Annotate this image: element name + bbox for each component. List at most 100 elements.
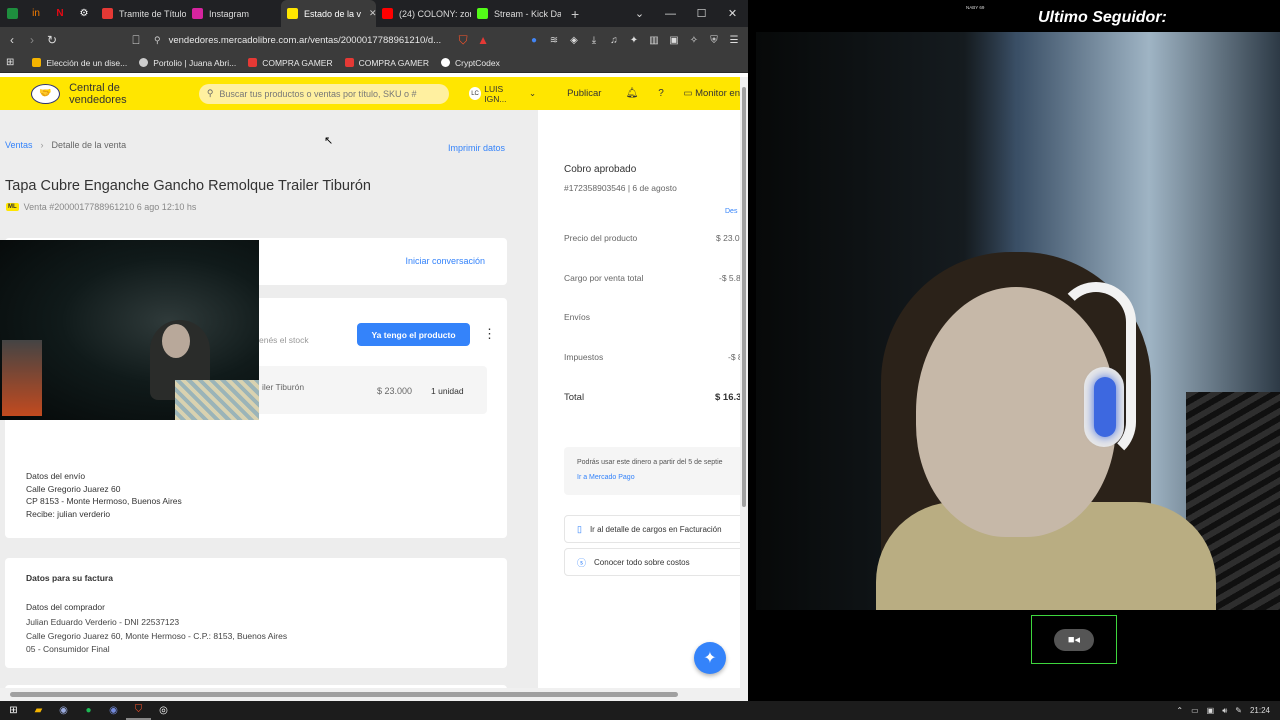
forward-icon[interactable]: › (22, 33, 42, 47)
browser-window: in N ⚙ Tramite de Título T Instagram Est… (0, 0, 748, 701)
tab-youtube[interactable]: (24) COLONY: zom (376, 0, 471, 27)
tab-instagram[interactable]: Instagram (186, 0, 281, 27)
buyer-title: Datos del comprador (26, 602, 105, 612)
scrollbar-thumb[interactable] (10, 692, 678, 697)
row-label: Impuestos (564, 352, 604, 362)
download-icon[interactable]: ⤓ (584, 35, 604, 46)
sidebar-icon[interactable]: ▥ (644, 35, 664, 46)
bookmark-icon[interactable]: ⎕ (126, 33, 146, 48)
extension-icon[interactable]: ● (524, 35, 544, 46)
ml-header-title[interactable]: Central de vendedores (69, 82, 177, 106)
apps-grid-icon[interactable]: ⊞ (6, 57, 14, 68)
menu-icon[interactable]: ☰ (724, 35, 744, 46)
network-icon[interactable]: ▭ (1191, 706, 1199, 715)
tab-search-icon[interactable]: ⌄ (624, 7, 655, 20)
clock[interactable]: 21:24 (1250, 706, 1270, 715)
tab-tramite[interactable]: Tramite de Título T (96, 0, 186, 27)
brave-icon[interactable]: ⛉ (126, 701, 151, 720)
discord-icon[interactable]: ◉ (101, 701, 126, 720)
assistant-sparkle-button[interactable]: ✦ (694, 642, 726, 674)
bookmark-favicon (344, 58, 354, 67)
sale-info: ML Venta #2000017788961210 6 ago 12:10 hs (6, 202, 196, 212)
bookmark-item[interactable]: Portolio | Juana Abri... (139, 58, 236, 68)
tab-mercadolibre[interactable]: Estado de la v ✕ (281, 0, 376, 27)
payment-desc-link[interactable]: Des (725, 208, 737, 215)
monitor-label: Monitor en (695, 88, 740, 99)
scrollbar-thumb[interactable] (742, 87, 746, 507)
reload-icon[interactable]: ↻ (42, 33, 62, 47)
help-icon[interactable]: ? (646, 88, 675, 99)
brave-rewards-icon[interactable]: ▲ (473, 33, 493, 47)
minimize-button[interactable]: — (655, 8, 686, 20)
tab-label: (24) COLONY: zom (399, 8, 471, 19)
windows-start-icon[interactable]: ⊞ (1, 701, 26, 720)
mercado-pago-link[interactable]: Ir a Mercado Pago (577, 474, 635, 481)
close-window-button[interactable]: ✕ (717, 7, 748, 20)
extension-icon[interactable]: ◈ (564, 35, 584, 46)
more-options-icon[interactable]: ⋮ (483, 326, 496, 342)
bell-icon[interactable]: 🔔︎ (617, 88, 646, 99)
start-conversation-link[interactable]: Iniciar conversación (405, 256, 485, 266)
vertical-scrollbar[interactable] (740, 77, 748, 688)
chevron-up-icon[interactable]: ⌃ (1176, 706, 1183, 715)
close-tab-icon[interactable]: ✕ (369, 8, 376, 19)
invoice-title: Datos para su factura (26, 573, 113, 583)
have-product-button[interactable]: Ya tengo el producto (357, 323, 470, 346)
site-info-icon[interactable]: ⚲ (154, 35, 161, 46)
buyer-name: Julian Eduardo Verderio - DNI 22537123 (26, 617, 180, 627)
vpn-icon[interactable]: ⛨ (704, 35, 724, 46)
billing-link[interactable]: ▯ Ir al detalle de cargos en Facturación (564, 515, 740, 543)
spotify-icon[interactable]: ● (76, 701, 101, 720)
chevron-down-icon: ⌄ (529, 88, 537, 98)
horizontal-scrollbar[interactable] (0, 688, 748, 701)
netflix-icon[interactable]: N (48, 0, 72, 27)
bookmark-item[interactable]: COMPRA GAMER (344, 58, 429, 68)
stream-panel: NABY 69 Ultimo Seguidor: ■◂ (748, 0, 1280, 701)
bookmark-item[interactable]: Elección de un dise... (32, 58, 127, 68)
page-title: Tapa Cubre Enganche Gancho Remolque Trai… (5, 178, 371, 194)
leo-icon[interactable]: ✧ (684, 35, 704, 46)
extensions-bar: ● ≋ ◈ ⤓ ♫ ✦ ▥ ▣ ✧ ⛨ ☰ (524, 35, 744, 46)
tab-bar: in N ⚙ Tramite de Título T Instagram Est… (0, 0, 748, 27)
mercadolibre-logo-icon[interactable]: 🤝 (31, 83, 61, 104)
puzzle-icon[interactable]: ✦ (624, 35, 644, 46)
back-icon[interactable]: ‹ (2, 33, 22, 47)
billing-link-label: Ir al detalle de cargos en Facturación (589, 524, 722, 534)
new-tab-button[interactable]: + (561, 6, 589, 22)
bookmark-item[interactable]: COMPRA GAMER (248, 58, 333, 68)
payment-row: Cargo por venta total -$ 5.8 (564, 273, 740, 283)
tab-label: Instagram (209, 8, 250, 19)
bookmark-item[interactable]: CryptCodex (440, 57, 500, 68)
app-icon[interactable]: in (24, 0, 48, 27)
webcam-overlay-small (0, 240, 259, 420)
webcam-feed (756, 32, 1280, 610)
publish-link[interactable]: Publicar (567, 88, 601, 99)
row-value: -$ 8 (728, 352, 740, 362)
settings-icon[interactable]: ⚙ (72, 0, 96, 27)
music-icon[interactable]: ♫ (604, 35, 624, 46)
ml-search-input[interactable]: ⚲ Buscar tus productos o ventas por títul… (198, 83, 449, 104)
print-data-link[interactable]: Imprimir datos (448, 143, 505, 153)
monitor-icon[interactable]: ▣ (1207, 706, 1215, 715)
extension-icon[interactable]: ≋ (544, 35, 564, 46)
sheets-icon[interactable] (0, 0, 24, 27)
steam-icon[interactable]: ◉ (51, 701, 76, 720)
wallet-icon[interactable]: ▣ (664, 35, 684, 46)
file-explorer-icon[interactable]: ▰ (26, 701, 51, 720)
breadcrumb-ventas[interactable]: Ventas (5, 140, 33, 150)
buyer-tax: 05 - Consumidor Final (26, 644, 110, 654)
url-field[interactable]: ⚲ vendedores.mercadolibre.com.ar/ventas/2… (154, 35, 441, 46)
maximize-button[interactable]: ☐ (686, 7, 717, 20)
tab-kick[interactable]: Stream - Kick Das (471, 0, 561, 27)
row-label: Precio del producto (564, 233, 638, 243)
bookmark-label: CryptCodex (454, 57, 500, 68)
user-menu[interactable]: LC LUIS IGN... ⌄ (468, 84, 537, 104)
camera-button[interactable]: ■◂ (1031, 615, 1117, 664)
brave-shield-icon[interactable]: ⛉ (453, 33, 473, 48)
obs-icon[interactable]: ◎ (151, 701, 176, 720)
kick-icon (477, 8, 488, 19)
monitor-link[interactable]: ▭ Monitor en (683, 88, 740, 99)
costs-link[interactable]: ⓢ Conocer todo sobre costos (564, 548, 740, 576)
volume-icon[interactable]: 🔊︎ (1222, 706, 1227, 716)
pen-icon[interactable]: ✎ (1235, 706, 1242, 715)
